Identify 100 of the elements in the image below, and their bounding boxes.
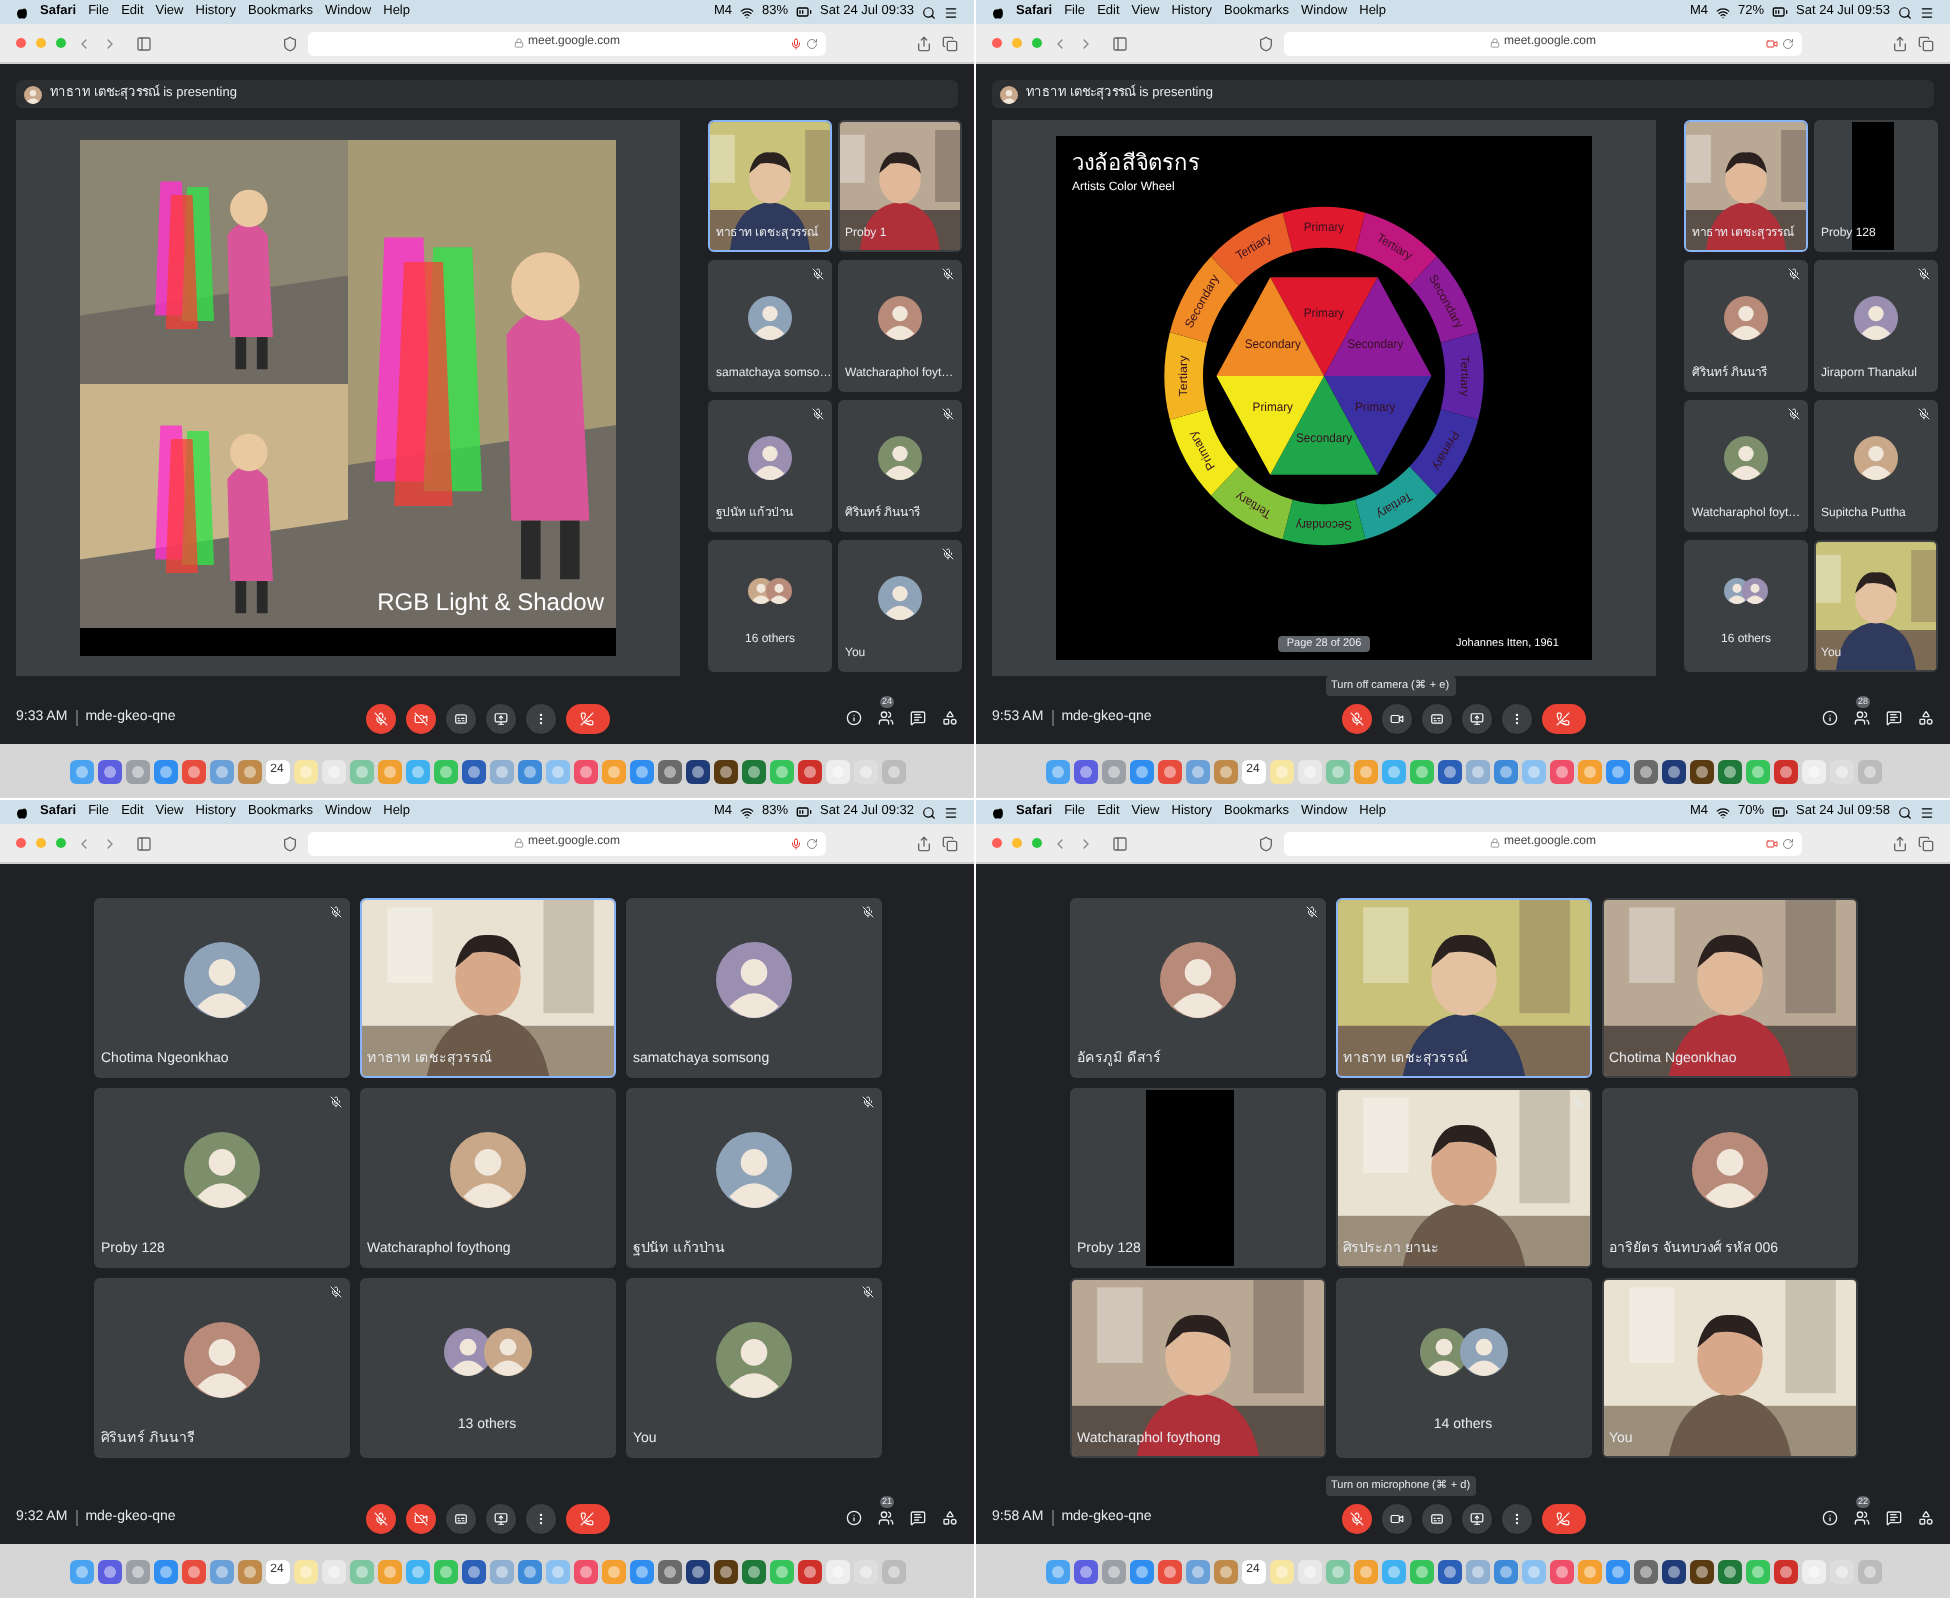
tabs-icon[interactable]: [942, 835, 958, 851]
app-icon[interactable]: [713, 1559, 737, 1583]
back-icon[interactable]: [76, 835, 92, 851]
app-icon[interactable]: [797, 1559, 821, 1583]
zoom-window-button[interactable]: [1032, 838, 1042, 848]
camera-button[interactable]: [1381, 703, 1411, 733]
menu-icon[interactable]: [944, 5, 958, 19]
search-icon[interactable]: [922, 5, 936, 19]
reload-icon[interactable]: [1782, 837, 1794, 849]
leave-call-button[interactable]: [1541, 1503, 1585, 1533]
tabs-icon[interactable]: [1918, 35, 1934, 51]
app-icon[interactable]: [1717, 1559, 1741, 1583]
app-icon[interactable]: [657, 759, 681, 783]
search-icon[interactable]: [922, 805, 936, 819]
chat-icon[interactable]: [910, 710, 926, 726]
forward-icon[interactable]: [1078, 835, 1094, 851]
reload-icon[interactable]: [806, 37, 818, 49]
app-icon[interactable]: [1633, 1559, 1657, 1583]
sidebar-icon[interactable]: [1112, 35, 1128, 51]
captions-button[interactable]: [1421, 703, 1451, 733]
activities-icon[interactable]: [1918, 710, 1934, 726]
present-button[interactable]: [1461, 703, 1491, 733]
more-options-button[interactable]: [525, 1503, 555, 1533]
close-window-button[interactable]: [16, 838, 26, 848]
microphone-button[interactable]: [365, 1503, 395, 1533]
app-icon[interactable]: [1661, 1559, 1685, 1583]
camera-indicator-icon[interactable]: [1766, 837, 1778, 849]
app-icon[interactable]: [1689, 1559, 1713, 1583]
wifi-icon[interactable]: [740, 5, 754, 19]
share-icon[interactable]: [916, 35, 932, 51]
chat-icon[interactable]: [1886, 710, 1902, 726]
microphone-button[interactable]: [365, 703, 395, 733]
camera-button[interactable]: [1381, 1503, 1411, 1533]
present-button[interactable]: [1461, 1503, 1491, 1533]
app-icon[interactable]: [1633, 759, 1657, 783]
microphone-indicator-icon[interactable]: [790, 837, 802, 849]
app-icon[interactable]: [713, 759, 737, 783]
app-icon[interactable]: [97, 759, 121, 783]
wifi-icon[interactable]: [1716, 5, 1730, 19]
app-icon[interactable]: [1437, 1559, 1461, 1583]
forward-icon[interactable]: [102, 35, 118, 51]
search-icon[interactable]: [1898, 5, 1912, 19]
app-icon[interactable]: [685, 1559, 709, 1583]
battery-icon[interactable]: [796, 4, 813, 20]
microphone-button[interactable]: [1341, 1503, 1371, 1533]
captions-button[interactable]: [445, 1503, 475, 1533]
search-icon[interactable]: [1898, 805, 1912, 819]
app-icon[interactable]: [1073, 759, 1097, 783]
present-button[interactable]: [485, 1503, 515, 1533]
share-icon[interactable]: [916, 835, 932, 851]
shield-icon[interactable]: [282, 835, 298, 851]
menu-icon[interactable]: [1920, 805, 1934, 819]
app-icon[interactable]: [741, 1559, 765, 1583]
app-icon[interactable]: [797, 759, 821, 783]
sidebar-icon[interactable]: [1112, 835, 1128, 851]
wifi-icon[interactable]: [740, 805, 754, 819]
forward-icon[interactable]: [102, 835, 118, 851]
shield-icon[interactable]: [1258, 35, 1274, 51]
menu-icon[interactable]: [1920, 5, 1934, 19]
present-button[interactable]: [485, 703, 515, 733]
app-icon[interactable]: [741, 759, 765, 783]
app-icon[interactable]: [657, 1559, 681, 1583]
people-icon[interactable]: [1854, 710, 1870, 726]
chat-icon[interactable]: [910, 1510, 926, 1526]
zoom-window-button[interactable]: [56, 38, 66, 48]
app-icon[interactable]: [1661, 759, 1685, 783]
activities-icon[interactable]: [942, 1510, 958, 1526]
close-window-button[interactable]: [992, 38, 1002, 48]
app-icon[interactable]: [1773, 1559, 1797, 1583]
info-icon[interactable]: [846, 1510, 862, 1526]
app-icon[interactable]: [1073, 1559, 1097, 1583]
camera-button[interactable]: [405, 703, 435, 733]
shield-icon[interactable]: [282, 35, 298, 51]
close-window-button[interactable]: [16, 38, 26, 48]
captions-button[interactable]: [445, 703, 475, 733]
forward-icon[interactable]: [1078, 35, 1094, 51]
leave-call-button[interactable]: [1541, 703, 1585, 733]
wifi-icon[interactable]: [1716, 805, 1730, 819]
chat-icon[interactable]: [1886, 1510, 1902, 1526]
leave-call-button[interactable]: [565, 1503, 609, 1533]
sidebar-icon[interactable]: [136, 835, 152, 851]
microphone-button[interactable]: [1341, 703, 1371, 733]
leave-call-button[interactable]: [565, 703, 609, 733]
info-icon[interactable]: [846, 710, 862, 726]
menu-icon[interactable]: [944, 805, 958, 819]
app-icon[interactable]: [461, 1559, 485, 1583]
battery-icon[interactable]: [1772, 4, 1789, 20]
people-icon[interactable]: [1854, 1510, 1870, 1526]
back-icon[interactable]: [76, 35, 92, 51]
app-icon[interactable]: [685, 759, 709, 783]
activities-icon[interactable]: [1918, 1510, 1934, 1526]
zoom-window-button[interactable]: [56, 838, 66, 848]
more-options-button[interactable]: [1501, 1503, 1531, 1533]
activities-icon[interactable]: [942, 710, 958, 726]
info-icon[interactable]: [1822, 1510, 1838, 1526]
reload-icon[interactable]: [1782, 37, 1794, 49]
more-options-button[interactable]: [525, 703, 555, 733]
microphone-indicator-icon[interactable]: [790, 37, 802, 49]
share-icon[interactable]: [1892, 35, 1908, 51]
captions-button[interactable]: [1421, 1503, 1451, 1533]
